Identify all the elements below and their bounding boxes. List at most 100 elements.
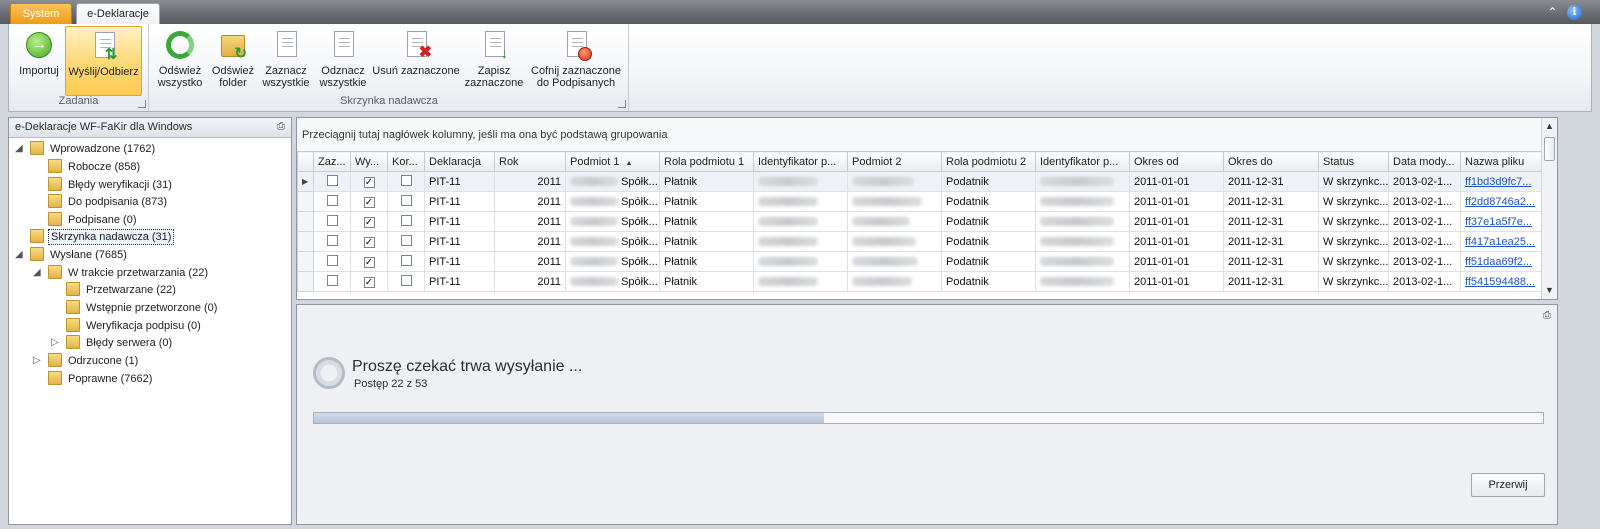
table-row[interactable]: ✓ PIT-11 2011 Spółk... Płatnik Podatnik 2011-… [297,251,1542,272]
correction-checkbox[interactable] [400,215,412,226]
row-indicator[interactable] [297,231,314,252]
column-header[interactable]: Status [1318,151,1389,172]
expand-icon[interactable]: ▷ [51,334,61,352]
pin-icon[interactable]: ⎙ [277,121,285,132]
tree-item-to-sign[interactable]: Do podpisania (873) [48,193,169,211]
file-name-cell[interactable]: ff51daa69f2... [1460,251,1542,272]
tree-item-sent[interactable]: ◢ Wysłane (7685) [15,246,129,264]
file-name-cell[interactable]: ff417a1ea25... [1460,231,1542,252]
dialog-launcher-icon[interactable] [138,100,146,108]
scroll-up-icon[interactable]: ▲ [1545,121,1554,131]
checkbox-cell[interactable] [313,211,351,232]
file-link[interactable]: ff1bd3d9fc7... [1465,176,1531,188]
collapse-icon[interactable]: ◢ [15,246,25,264]
tab-system[interactable]: System [10,3,72,24]
send-checkbox[interactable]: ✓ [363,197,375,208]
checkbox-cell[interactable] [313,191,351,212]
tree-item-correct[interactable]: Poprawne (7662) [48,370,154,388]
row-indicator[interactable]: ▶ [297,171,314,192]
save-selected-button[interactable]: ↓ Zapisz zaznaczone [464,26,524,96]
pin-icon[interactable]: ⎙ [1543,310,1551,321]
column-header[interactable]: Rola podmiotu 1 [659,151,754,172]
refresh-all-button[interactable]: Odśwież wszystko [154,26,206,96]
column-header[interactable]: Wy... [350,151,388,172]
collapse-icon[interactable]: ◢ [15,140,25,158]
row-indicator[interactable] [297,251,314,272]
checkbox-cell[interactable] [387,171,425,192]
checkbox-cell[interactable] [387,231,425,252]
tree-item-preprocessed[interactable]: Wstępnie przetworzone (0) [66,299,219,317]
tree-item-signed[interactable]: Podpisane (0) [48,211,139,229]
checkbox-cell[interactable] [387,271,425,292]
checkbox-cell[interactable] [313,251,351,272]
tree-item-in-processing[interactable]: ◢ W trakcie przetwarzania (22) [33,264,210,282]
column-header[interactable]: Okres od [1129,151,1224,172]
tree-item-drafts[interactable]: Robocze (858) [48,158,142,176]
checkbox-cell[interactable] [387,211,425,232]
correction-checkbox[interactable] [400,175,412,186]
tree-item-outbox[interactable]: Skrzynka nadawcza (31) [30,228,175,246]
column-header[interactable]: Okres do [1223,151,1319,172]
row-indicator[interactable] [297,191,314,212]
checkbox-cell[interactable]: ✓ [350,211,388,232]
column-header[interactable]: Rok [494,151,566,172]
tree-item-verification-errors[interactable]: Błędy weryfikacji (31) [48,176,174,194]
file-link[interactable]: ff37e1a5f7e... [1465,216,1532,228]
expand-icon[interactable]: ▷ [33,352,43,370]
tree-item-entered[interactable]: ◢ Wprowadzone (1762) [15,140,157,158]
column-header-sorted[interactable]: Podmiot 1 ▲ [565,151,660,172]
tree-item-rejected[interactable]: ▷ Odrzucone (1) [33,352,140,370]
correction-checkbox[interactable] [400,275,412,286]
file-link[interactable]: ff541594488... [1465,276,1535,288]
scroll-down-icon[interactable]: ▼ [1545,285,1554,295]
table-row[interactable]: ✓ PIT-11 2011 Spółk... Płatnik Podatnik 2011-… [297,211,1542,232]
select-checkbox[interactable] [326,275,338,286]
column-header[interactable]: Identyfikator p... [1035,151,1130,172]
checkbox-cell[interactable] [313,231,351,252]
group-by-area[interactable]: Przeciągnij tutaj nagłówek kolumny, jeśl… [297,118,1541,151]
select-checkbox[interactable] [326,235,338,246]
send-checkbox[interactable]: ✓ [363,277,375,288]
file-name-cell[interactable]: ff37e1a5f7e... [1460,211,1542,232]
tree-item-server-errors[interactable]: ▷ Błędy serwera (0) [51,334,174,352]
send-receive-button[interactable]: ⇅ Wyślij/Odbierz [65,26,142,96]
send-checkbox[interactable]: ✓ [363,237,375,248]
abort-button[interactable]: Przerwij [1471,473,1545,497]
checkbox-cell[interactable]: ✓ [350,171,388,192]
file-name-cell[interactable]: ff2dd8746a2... [1460,191,1542,212]
correction-checkbox[interactable] [400,255,412,266]
tree-item-signature-verification[interactable]: Weryfikacja podpisu (0) [66,317,203,335]
send-checkbox[interactable]: ✓ [363,177,375,188]
table-row[interactable]: ▶ ✓ PIT-11 2011 Spółk... Płatnik Podatnik 2011… [297,171,1542,192]
dialog-launcher-icon[interactable] [618,100,626,108]
column-header[interactable]: Deklaracja [424,151,495,172]
column-header[interactable]: Nazwa pliku [1460,151,1542,172]
revert-to-signed-button[interactable]: Cofnij zaznaczone do Podpisanych [530,26,622,96]
file-link[interactable]: ff417a1ea25... [1465,236,1535,248]
correction-checkbox[interactable] [400,235,412,246]
checkbox-cell[interactable] [313,271,351,292]
send-checkbox[interactable]: ✓ [363,257,375,268]
tab-e-deklaracje[interactable]: e-Deklaracje [76,3,160,24]
select-checkbox[interactable] [326,195,338,206]
select-checkbox[interactable] [326,215,338,226]
file-name-cell[interactable]: ff1bd3d9fc7... [1460,171,1542,192]
select-checkbox[interactable] [326,175,338,186]
delete-selected-button[interactable]: ✖ Usuń zaznaczone [372,26,460,96]
checkbox-cell[interactable] [387,251,425,272]
refresh-folder-button[interactable]: ↻ Odśwież folder [208,26,258,96]
collapse-icon[interactable]: ◢ [33,264,43,282]
file-link[interactable]: ff51daa69f2... [1465,256,1532,268]
checkbox-cell[interactable] [313,171,351,192]
table-row[interactable]: ✓ PIT-11 2011 Spółk... Płatnik Podatnik 2011-… [297,271,1542,292]
checkbox-cell[interactable]: ✓ [350,251,388,272]
checkbox-cell[interactable]: ✓ [350,231,388,252]
file-link[interactable]: ff2dd8746a2... [1465,196,1535,208]
checkbox-cell[interactable]: ✓ [350,271,388,292]
table-row[interactable]: ✓ PIT-11 2011 Spółk... Płatnik Podatnik 2011-… [297,231,1542,252]
scroll-thumb[interactable] [1544,137,1555,161]
table-row[interactable]: ✓ PIT-11 2011 Spółk... Płatnik Podatnik 2011-… [297,191,1542,212]
column-header[interactable]: Rola podmiotu 2 [941,151,1036,172]
send-checkbox[interactable]: ✓ [363,217,375,228]
minimize-ribbon-icon[interactable]: ⌃ [1545,5,1560,20]
